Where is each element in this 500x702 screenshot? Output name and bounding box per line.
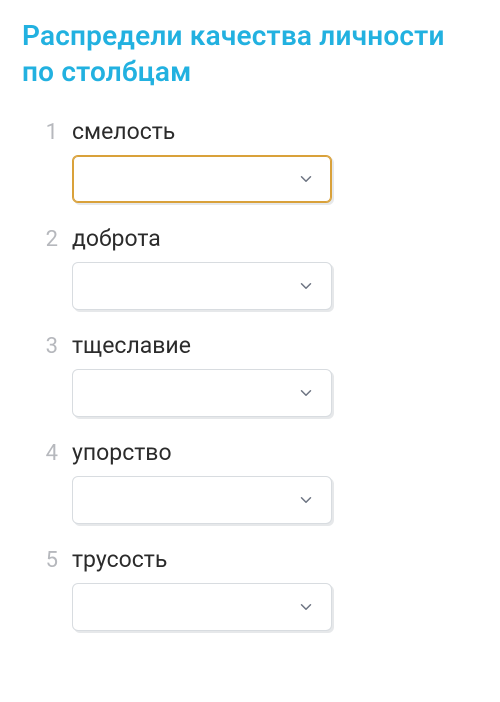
items-list: 1 смелость 2 доброта <box>22 118 478 631</box>
item-label: доброта <box>72 225 161 252</box>
list-item: 4 упорство <box>40 439 478 524</box>
item-number: 4 <box>40 441 58 466</box>
list-item: 3 тщеславие <box>40 332 478 417</box>
item-label: тщеславие <box>72 332 191 359</box>
category-select[interactable] <box>72 262 332 310</box>
category-select[interactable] <box>72 155 332 203</box>
list-item: 2 доброта <box>40 225 478 310</box>
chevron-down-icon <box>297 598 315 616</box>
category-select[interactable] <box>72 369 332 417</box>
chevron-down-icon <box>297 277 315 295</box>
category-select[interactable] <box>72 476 332 524</box>
list-item: 1 смелость <box>40 118 478 203</box>
item-label: упорство <box>72 439 172 466</box>
chevron-down-icon <box>297 384 315 402</box>
page-title: Распредели качества личности по столбцам <box>22 18 478 90</box>
item-label: смелость <box>72 118 175 145</box>
item-label: трусость <box>72 546 167 573</box>
list-item: 5 трусость <box>40 546 478 631</box>
category-select[interactable] <box>72 583 332 631</box>
item-number: 1 <box>40 120 58 145</box>
item-number: 5 <box>40 548 58 573</box>
chevron-down-icon <box>297 170 315 188</box>
item-number: 2 <box>40 227 58 252</box>
item-number: 3 <box>40 334 58 359</box>
chevron-down-icon <box>297 491 315 509</box>
